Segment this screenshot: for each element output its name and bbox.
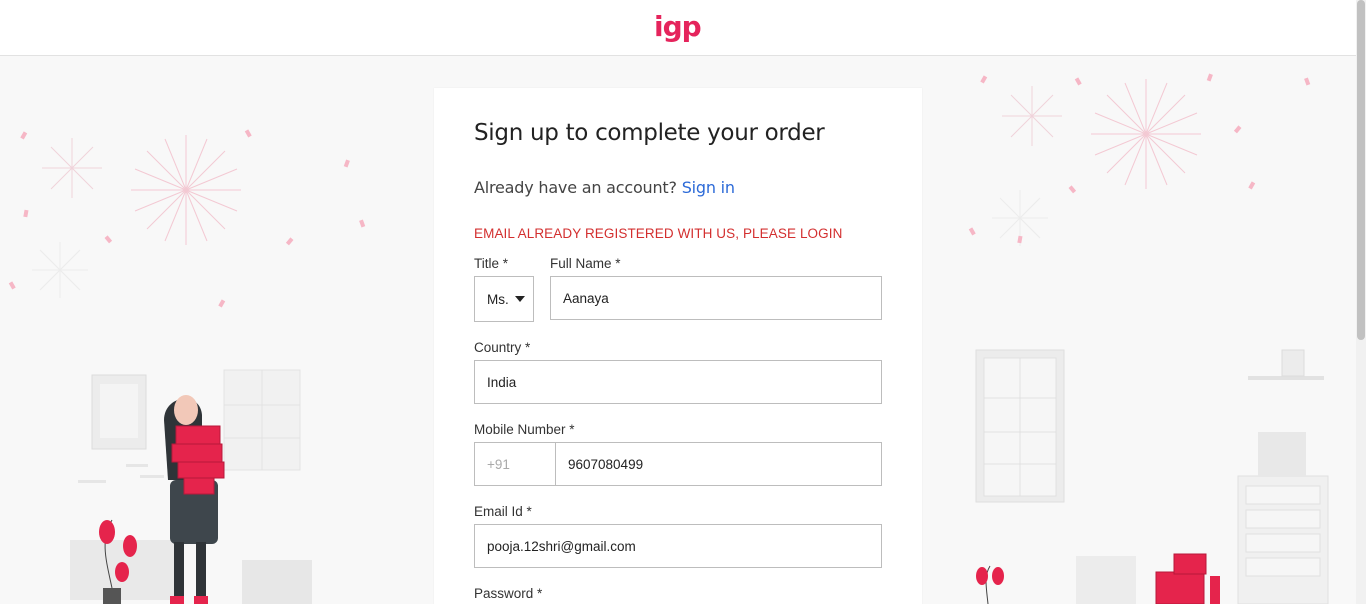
password-label: Password *	[474, 586, 543, 601]
fireworks-left-illustration	[8, 129, 366, 308]
page-title: Sign up to complete your order	[474, 120, 825, 146]
error-message: EMAIL ALREADY REGISTERED WITH US, PLEASE…	[474, 226, 843, 241]
title-select[interactable]: Ms.	[474, 276, 534, 322]
caret-down-icon	[514, 296, 525, 302]
vertical-scrollbar[interactable]	[1356, 0, 1366, 604]
mobile-value: 9607080499	[568, 456, 644, 472]
title-label: Title *	[474, 256, 509, 271]
signin-link[interactable]: Sign in	[682, 178, 735, 197]
email-input[interactable]: pooja.12shri@gmail.com	[474, 524, 882, 568]
email-label: Email Id *	[474, 504, 532, 519]
mobile-country-code[interactable]: +91	[474, 442, 556, 486]
fullname-input[interactable]: Aanaya	[550, 276, 882, 320]
country-value: India	[487, 374, 517, 390]
country-select[interactable]: India	[474, 360, 882, 404]
email-value: pooja.12shri@gmail.com	[487, 538, 636, 554]
fullname-label: Full Name *	[550, 256, 621, 271]
room-right-illustration	[975, 349, 1329, 604]
title-select-value: Ms.	[487, 291, 509, 307]
scrollbar-thumb[interactable]	[1357, 0, 1365, 340]
signin-prompt: Already have an account? Sign in	[474, 178, 735, 197]
fireworks-right-illustration	[968, 73, 1311, 246]
signin-prompt-text: Already have an account?	[474, 178, 677, 197]
country-label: Country *	[474, 340, 531, 355]
mobile-label: Mobile Number *	[474, 422, 575, 437]
top-header-bar: igp	[0, 0, 1356, 56]
room-left-illustration	[70, 369, 312, 604]
fullname-value: Aanaya	[563, 290, 609, 306]
mobile-input[interactable]: 9607080499	[555, 442, 882, 486]
igp-logo[interactable]: igp	[654, 10, 702, 44]
